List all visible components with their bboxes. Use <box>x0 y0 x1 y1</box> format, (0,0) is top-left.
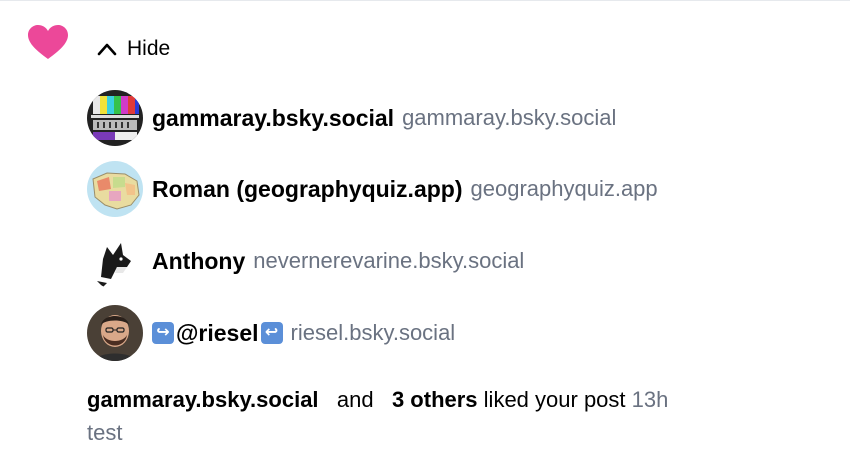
arrow-curve-right-emoji: ↩ <box>260 322 283 344</box>
arrow-curve-left-emoji: ↪ <box>152 322 174 344</box>
notification-summary: gammaray.bsky.social and 3 others liked … <box>87 387 668 413</box>
hide-label: Hide <box>127 37 171 60</box>
heart-icon <box>28 25 68 59</box>
avatar[interactable] <box>87 305 143 361</box>
post-preview-text[interactable]: test <box>87 420 122 446</box>
user-handle: gammaray.bsky.social <box>402 105 617 130</box>
user-display-name[interactable]: ↪ @riesel ↩ <box>152 320 283 347</box>
user-display-name[interactable]: Anthony <box>152 248 245 275</box>
user-row-roman[interactable]: Roman (geographyquiz.app) geographyquiz.… <box>87 160 658 218</box>
hide-toggle-button[interactable]: Hide <box>97 34 170 64</box>
avatar[interactable] <box>87 161 143 217</box>
summary-others[interactable]: 3 others <box>392 387 478 412</box>
user-row-anthony[interactable]: Anthony nevernerevarine.bsky.social <box>87 232 524 290</box>
user-handle: riesel.bsky.social <box>290 320 456 345</box>
user-row-riesel[interactable]: ↪ @riesel ↩ riesel.bsky.social <box>87 304 455 362</box>
avatar[interactable] <box>87 233 143 289</box>
summary-and: and <box>336 387 374 412</box>
avatar[interactable] <box>87 90 143 146</box>
summary-first-user[interactable]: gammaray.bsky.social <box>87 387 319 412</box>
user-display-name[interactable]: gammaray.bsky.social <box>152 105 394 132</box>
user-display-name-text: @riesel <box>176 319 259 346</box>
chevron-up-icon <box>97 43 117 56</box>
user-display-name[interactable]: Roman (geographyquiz.app) <box>152 176 463 203</box>
user-row-gammaray[interactable]: gammaray.bsky.social gammaray.bsky.socia… <box>87 89 616 147</box>
user-handle: geographyquiz.app <box>470 176 658 201</box>
top-divider <box>0 0 850 1</box>
summary-time: 13h <box>631 387 669 412</box>
summary-action: liked your post <box>483 387 626 412</box>
user-handle: nevernerevarine.bsky.social <box>253 248 525 273</box>
